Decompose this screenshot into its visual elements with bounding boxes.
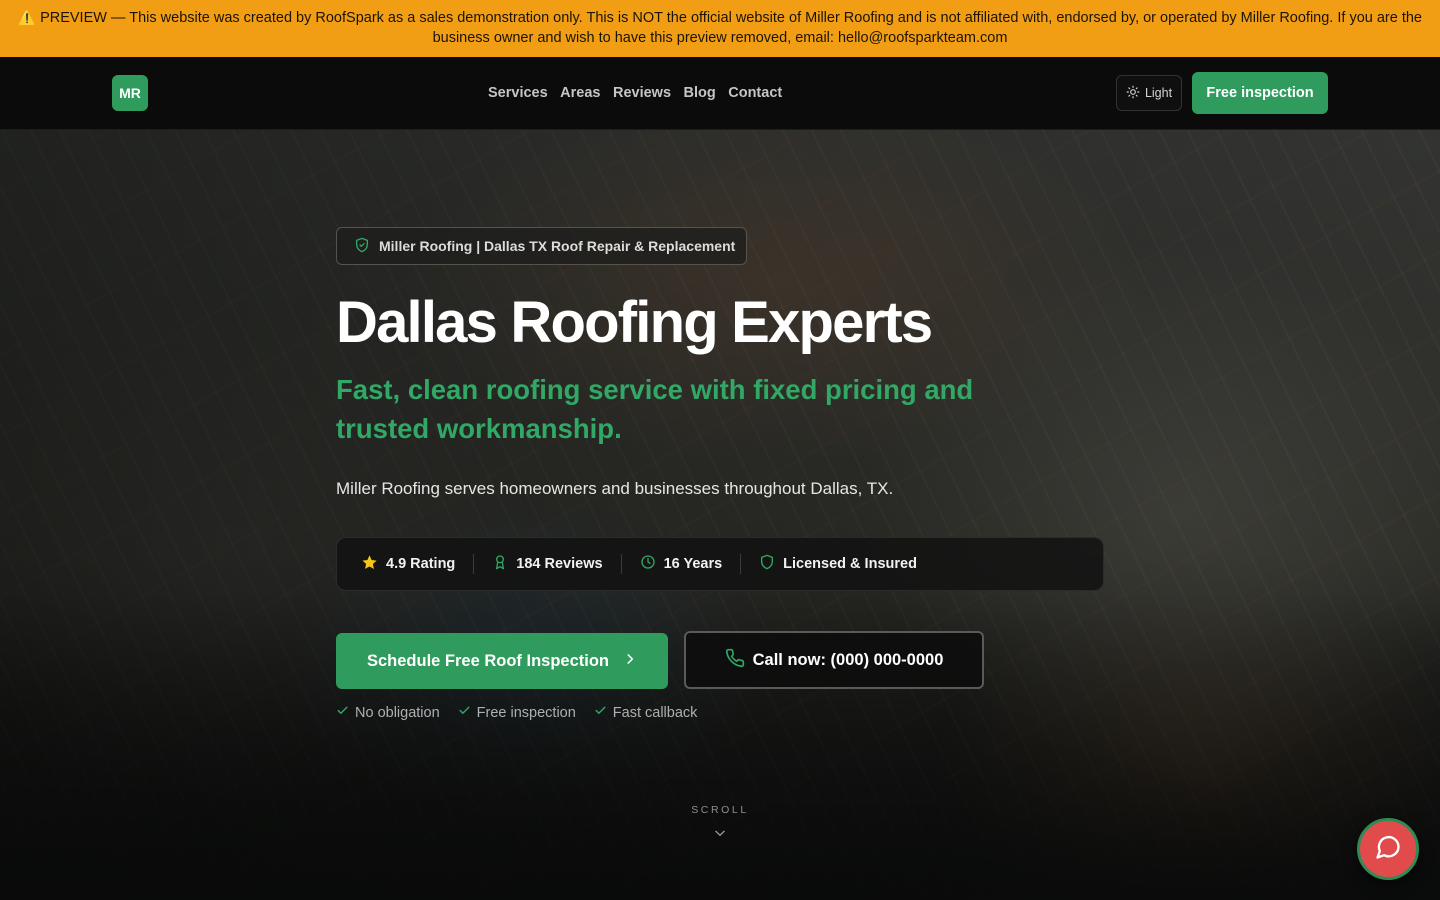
hero-description: Miller Roofing serves homeowners and bus… (336, 479, 894, 498)
award-icon (492, 554, 508, 574)
chevron-right-icon (623, 652, 637, 671)
star-icon (361, 554, 378, 575)
check-icon (336, 704, 349, 721)
check-icon (594, 704, 607, 721)
trust-stats-bar: 4.9 Rating 184 Reviews 16 Years Licensed… (336, 537, 1104, 591)
perk-item: Fast callback (594, 704, 697, 721)
nav-blog[interactable]: Blog (684, 83, 716, 103)
schedule-inspection-button[interactable]: Schedule Free Roof Inspection (336, 633, 668, 689)
logo[interactable]: MR (112, 75, 148, 111)
call-now-label: Call now: (000) 000-0000 (752, 650, 944, 669)
preview-banner-text: ⚠️ PREVIEW — This website was created by… (17, 10, 1422, 46)
nav-contact[interactable]: Contact (728, 83, 782, 103)
chat-bubble-icon (1374, 833, 1402, 866)
clock-icon (640, 554, 656, 574)
schedule-inspection-label: Schedule Free Roof Inspection (366, 651, 610, 670)
chat-button[interactable] (1357, 818, 1419, 880)
perk-item: Free inspection (458, 704, 576, 721)
hero-tagline-text: Miller Roofing | Dallas TX Roof Repair &… (379, 238, 736, 254)
nav-areas[interactable]: Areas (560, 83, 600, 103)
theme-toggle-button[interactable]: Light (1116, 75, 1182, 111)
shield-icon (759, 554, 775, 574)
hero-subtitle: Fast, clean roofing service with fixed p… (336, 374, 974, 444)
hero-section: Miller Roofing | Dallas TX Roof Repair &… (0, 130, 1440, 900)
theme-toggle-label: Light (1144, 86, 1173, 100)
sun-icon (1126, 85, 1140, 102)
stat-years: 16 Years (640, 554, 722, 574)
preview-banner: ⚠️ PREVIEW — This website was created by… (0, 0, 1440, 57)
nav-services[interactable]: Services (488, 83, 548, 103)
site-header: MR Services Areas Reviews Blog Contact L… (0, 57, 1440, 130)
perk-item: No obligation (336, 704, 440, 721)
scroll-label: SCROLL (691, 804, 749, 816)
hero-tagline-badge: Miller Roofing | Dallas TX Roof Repair &… (336, 227, 747, 265)
chevron-down-icon[interactable] (713, 826, 727, 845)
stat-divider (473, 554, 475, 574)
call-now-button[interactable]: Call now: (000) 000-0000 (684, 631, 984, 689)
stat-licensed: Licensed & Insured (759, 554, 917, 574)
hero-title: Dallas Roofing Experts (336, 290, 933, 355)
stat-reviews: 184 Reviews (492, 554, 603, 574)
stat-divider (740, 554, 742, 574)
check-icon (458, 704, 471, 721)
perks-list: No obligation Free inspection Fast callb… (336, 704, 697, 721)
stat-rating: 4.9 Rating (361, 554, 455, 575)
shield-check-icon (354, 237, 370, 256)
free-inspection-button[interactable]: Free inspection (1192, 72, 1328, 114)
stat-divider (620, 554, 622, 574)
phone-icon (725, 648, 745, 673)
nav-reviews[interactable]: Reviews (613, 83, 671, 103)
main-nav: Services Areas Reviews Blog Contact (488, 83, 782, 103)
